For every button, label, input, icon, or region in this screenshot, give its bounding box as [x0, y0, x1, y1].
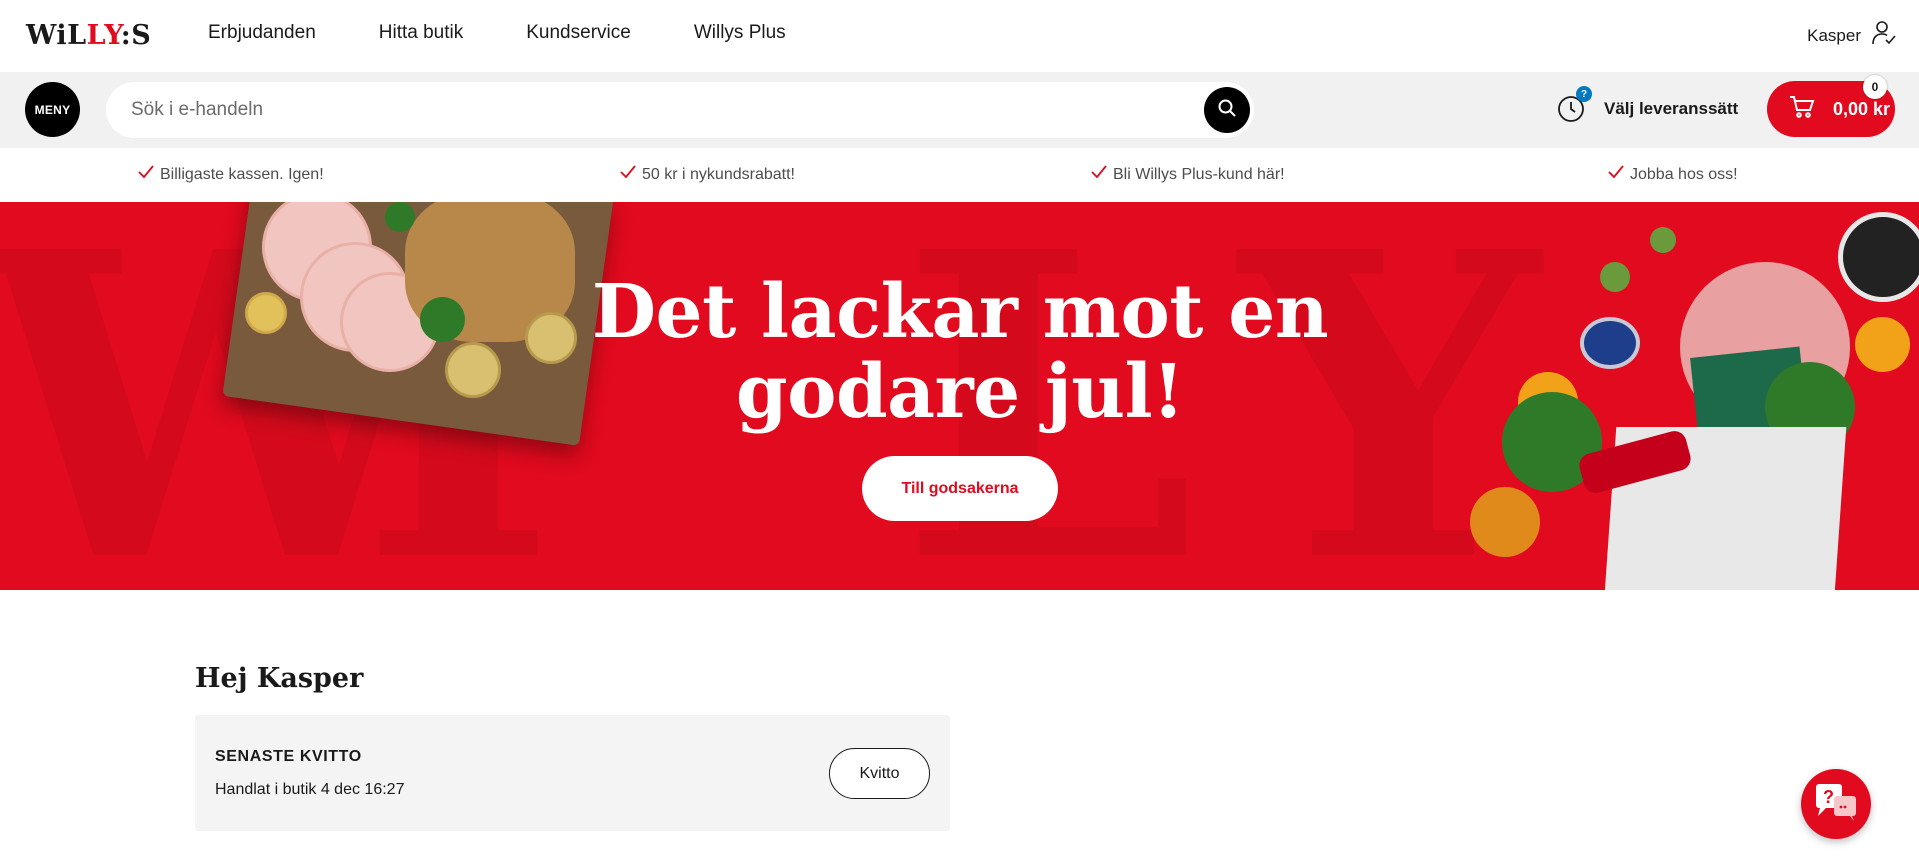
search-button[interactable] — [1204, 87, 1250, 133]
svg-text:?: ? — [1823, 787, 1834, 807]
cart-total: 0,00 kr — [1833, 98, 1891, 119]
nav-willys-plus[interactable]: Willys Plus — [694, 22, 786, 44]
hero-banner[interactable]: W I L Y Det lackar mot en godare jul! Ti… — [0, 202, 1919, 590]
check-icon — [1091, 165, 1107, 184]
search-box — [106, 82, 1254, 138]
usp-item[interactable]: Jobba hos oss! — [1608, 165, 1738, 184]
receipt-subtitle: Handlat i butik 4 dec 16:27 — [215, 781, 405, 798]
kale-image — [385, 202, 415, 232]
check-icon — [138, 165, 154, 184]
brussels-sprout-image — [1600, 262, 1630, 292]
receipt-button[interactable]: Kvitto — [829, 748, 930, 799]
main-navigation: Erbjudanden Hitta butik Kundservice Will… — [208, 22, 849, 44]
menu-button[interactable]: MENY — [25, 82, 80, 137]
nav-erbjudanden[interactable]: Erbjudanden — [208, 22, 316, 44]
logo-text-right: :S — [120, 20, 152, 51]
search-input[interactable] — [131, 99, 1131, 121]
delivery-clock: ? — [1556, 86, 1592, 124]
delivery-help-badge: ? — [1576, 86, 1592, 102]
cheese-image — [1838, 212, 1919, 302]
usp-label: Bli Willys Plus-kund här! — [1113, 165, 1285, 183]
chat-help-icon: ? — [1814, 782, 1858, 827]
willys-logo[interactable]: WiLLY:S — [26, 20, 151, 51]
receipt-title: SENASTE KVITTO — [215, 748, 362, 765]
usp-item[interactable]: Bli Willys Plus-kund här! — [1091, 165, 1285, 184]
greeting-heading: Hej Kasper — [195, 663, 364, 694]
user-account-button[interactable]: Kasper — [1807, 20, 1897, 51]
latest-receipt-card: SENASTE KVITTO Handlat i butik 4 dec 16:… — [195, 715, 950, 831]
cart-count-badge: 0 — [1863, 75, 1887, 99]
logo-text-left: WiL — [26, 20, 87, 51]
kale-image — [420, 297, 465, 342]
usp-item[interactable]: 50 kr i nykundsrabatt! — [620, 165, 795, 184]
usp-label: Billigaste kassen. Igen! — [160, 165, 324, 183]
hero-title-line1: Det lackar mot en — [591, 269, 1329, 355]
hero-cta-button[interactable]: Till godsakerna — [862, 456, 1058, 521]
chat-help-button[interactable]: ? — [1801, 769, 1871, 839]
cart-icon — [1789, 95, 1815, 124]
hero-title: Det lackar mot en godare jul! — [560, 272, 1360, 432]
nav-hitta-butik[interactable]: Hitta butik — [379, 22, 463, 44]
brussels-sprout-image — [1650, 227, 1676, 253]
top-bar: WiLLY:S Erbjudanden Hitta butik Kundserv… — [0, 0, 1919, 72]
search-bar-row: MENY ? Välj leveranssätt — [0, 72, 1919, 148]
usp-label: 50 kr i nykundsrabatt! — [642, 165, 795, 183]
orange-image — [1855, 317, 1910, 372]
check-icon — [620, 165, 636, 184]
caviar-tin-image — [1580, 317, 1640, 369]
delivery-selector[interactable]: ? Välj leveranssätt — [1556, 86, 1739, 124]
user-check-icon — [1871, 20, 1897, 51]
delivery-label: Välj leveranssätt — [1604, 99, 1739, 118]
logo-text-mid: LY — [86, 20, 121, 51]
saffron-bun-image — [1470, 487, 1540, 557]
usp-row: Billigaste kassen. Igen! 50 kr i nykunds… — [0, 148, 1919, 202]
check-icon — [1608, 165, 1624, 184]
apple-image — [445, 342, 501, 398]
clock-icon — [1556, 96, 1586, 128]
usp-item[interactable]: Billigaste kassen. Igen! — [138, 165, 324, 184]
nav-kundservice[interactable]: Kundservice — [526, 22, 631, 44]
hero-title-line2: godare jul! — [735, 349, 1185, 435]
usp-label: Jobba hos oss! — [1630, 165, 1738, 183]
cart-button[interactable]: 0,00 kr 0 — [1767, 75, 1895, 137]
search-icon — [1217, 98, 1237, 123]
user-name: Kasper — [1807, 25, 1861, 45]
mustard-bowl-image — [245, 292, 287, 334]
